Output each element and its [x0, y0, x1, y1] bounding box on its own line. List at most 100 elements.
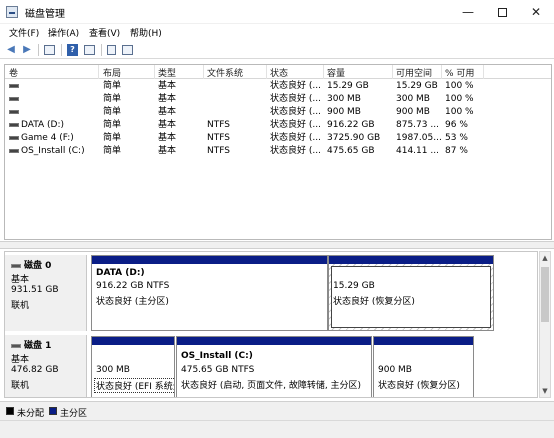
minimize-button[interactable]: — — [451, 0, 485, 24]
partition-status: 状态良好 (启动, 页面文件, 故障转储, 主分区) — [181, 381, 362, 391]
free-space-cell: 300 MB — [396, 94, 430, 104]
status-cell: 状态良好 (... — [270, 133, 321, 143]
column-divider[interactable] — [441, 65, 442, 79]
column-volume[interactable]: 卷 — [9, 66, 18, 79]
toolbar-separator — [61, 44, 62, 56]
capacity-cell: 916.22 GB — [327, 120, 375, 130]
title-bar: 磁盘管理 — ✕ — [0, 0, 554, 24]
table-row[interactable]: Game 4 (F:) 简单 基本 NTFS 状态良好 (... 3725.90… — [5, 132, 551, 145]
connect-icon[interactable] — [107, 45, 116, 55]
column-capacity[interactable]: 容量 — [327, 66, 345, 79]
table-row[interactable]: 简单 基本 状态良好 (... 300 MB 300 MB 100 % — [5, 93, 551, 106]
maximize-icon — [497, 8, 507, 17]
column-type[interactable]: 类型 — [158, 66, 176, 79]
disk-0-type: 基本 — [11, 275, 30, 285]
table-row[interactable]: 简单 基本 状态良好 (... 15.29 GB 15.29 GB 100 % — [5, 80, 551, 93]
console-tree-icon[interactable] — [44, 45, 55, 55]
capacity-cell: 3725.90 GB — [327, 133, 381, 143]
percent-free-cell: 53 % — [445, 133, 468, 143]
partition-os-install-c[interactable]: OS_Install (C:) 475.65 GB NTFS 状态良好 (启动,… — [176, 336, 372, 397]
legend-unallocated: 未分配 — [17, 409, 45, 419]
column-divider[interactable] — [203, 65, 204, 79]
free-space-cell: 15.29 GB — [396, 81, 438, 91]
toolbar-separator — [101, 44, 102, 56]
partition-recovery-disk0[interactable]: 15.29 GB 状态良好 (恢复分区) — [328, 255, 494, 331]
partition-name: DATA (D:) — [96, 268, 145, 278]
disk-0-title: 磁盘 0 — [11, 258, 51, 271]
volume-icon — [9, 122, 19, 127]
capacity-cell: 900 MB — [327, 107, 361, 117]
menu-action[interactable]: 操作(A) — [48, 26, 79, 39]
close-button[interactable]: ✕ — [519, 0, 553, 24]
capacity-cell: 15.29 GB — [327, 81, 369, 91]
status-cell: 状态良好 (... — [270, 120, 321, 130]
capacity-cell: 475.65 GB — [327, 146, 375, 156]
column-layout[interactable]: 布局 — [103, 66, 121, 79]
legend-bar: 未分配 主分区 — [0, 401, 554, 420]
partition-efi[interactable]: 300 MB 状态良好 (EFI 系统分区) — [91, 336, 175, 397]
view-icon[interactable] — [122, 45, 133, 55]
help-icon[interactable]: ? — [67, 44, 78, 56]
pane-splitter[interactable] — [0, 241, 554, 249]
primary-partition-bar — [329, 256, 493, 264]
unallocated-swatch — [6, 407, 14, 415]
column-divider[interactable] — [266, 65, 267, 79]
volume-icon — [9, 148, 19, 153]
capacity-cell: 300 MB — [327, 94, 361, 104]
menu-help[interactable]: 帮助(H) — [130, 26, 162, 39]
disk-0-label[interactable]: 磁盘 0 基本 931.51 GB 联机 — [5, 255, 87, 331]
column-status[interactable]: 状态 — [270, 66, 288, 79]
primary-partition-bar — [92, 337, 174, 345]
primary-partition-bar — [92, 256, 327, 264]
type-cell: 基本 — [158, 107, 177, 117]
filesystem-cell: NTFS — [207, 133, 230, 143]
primary-partition-bar — [177, 337, 371, 345]
column-divider[interactable] — [483, 65, 484, 79]
primary-partition-bar — [374, 337, 473, 345]
column-divider[interactable] — [98, 65, 99, 79]
volume-cell: OS_Install (C:) — [9, 145, 85, 158]
disk-1-label[interactable]: 磁盘 1 基本 476.82 GB 联机 — [5, 335, 87, 397]
type-cell: 基本 — [158, 146, 177, 156]
layout-cell: 简单 — [103, 133, 122, 143]
status-cell: 状态良好 (... — [270, 107, 321, 117]
table-row[interactable]: 简单 基本 状态良好 (... 900 MB 900 MB 100 % — [5, 106, 551, 119]
properties-icon[interactable] — [84, 45, 95, 55]
scroll-thumb[interactable] — [541, 267, 549, 322]
toolbar: ◀ ▶ ? — [0, 41, 554, 59]
volume-list[interactable]: 卷 布局 类型 文件系统 状态 容量 可用空间 % 可用 简单 基本 状态良好 … — [4, 64, 552, 240]
scroll-down-icon[interactable]: ▼ — [540, 385, 550, 397]
table-row[interactable]: OS_Install (C:) 简单 基本 NTFS 状态良好 (... 475… — [5, 145, 551, 158]
layout-cell: 简单 — [103, 120, 122, 130]
maximize-button[interactable] — [485, 0, 519, 24]
disk-view-scrollbar[interactable]: ▲ ▼ — [539, 251, 551, 398]
primary-swatch — [49, 407, 57, 415]
volume-icon — [9, 109, 19, 114]
column-divider[interactable] — [323, 65, 324, 79]
disk-1-state: 联机 — [11, 381, 30, 391]
forward-arrow-icon[interactable]: ▶ — [20, 43, 34, 57]
percent-free-cell: 100 % — [445, 107, 474, 117]
menu-view[interactable]: 查看(V) — [89, 26, 120, 39]
partition-size: 916.22 GB NTFS — [96, 281, 170, 291]
filesystem-cell: NTFS — [207, 146, 230, 156]
window-title: 磁盘管理 — [25, 9, 65, 20]
partition-recovery-disk1[interactable]: 900 MB 状态良好 (恢复分区) — [373, 336, 474, 397]
partition-status: 状态良好 (恢复分区) — [378, 381, 460, 391]
table-row[interactable]: DATA (D:) 简单 基本 NTFS 状态良好 (... 916.22 GB… — [5, 119, 551, 132]
status-cell: 状态良好 (... — [270, 81, 321, 91]
column-filesystem[interactable]: 文件系统 — [207, 66, 243, 79]
scroll-up-icon[interactable]: ▲ — [540, 252, 550, 264]
back-arrow-icon[interactable]: ◀ — [4, 43, 18, 57]
free-space-cell: 1987.05... — [396, 133, 442, 143]
type-cell: 基本 — [158, 81, 177, 91]
partition-data-d[interactable]: DATA (D:) 916.22 GB NTFS 状态良好 (主分区) — [91, 255, 328, 331]
layout-cell: 简单 — [103, 94, 122, 104]
column-percent-free[interactable]: % 可用 — [445, 66, 474, 79]
column-free-space[interactable]: 可用空间 — [396, 66, 432, 79]
column-divider[interactable] — [392, 65, 393, 79]
status-cell: 状态良好 (... — [270, 94, 321, 104]
column-divider[interactable] — [154, 65, 155, 79]
menu-file[interactable]: 文件(F) — [9, 26, 39, 39]
disk-0-size: 931.51 GB — [11, 285, 59, 295]
